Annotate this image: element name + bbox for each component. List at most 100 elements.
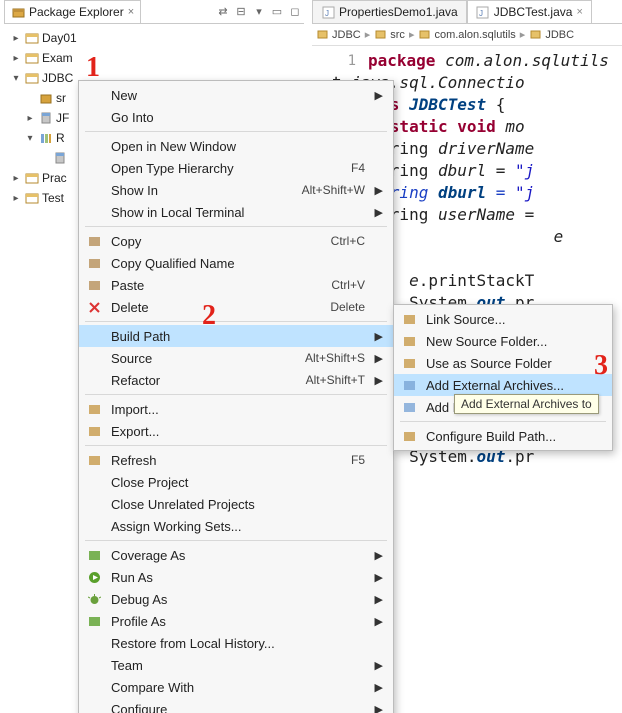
menu-item[interactable]: Copy Qualified Name — [79, 252, 393, 274]
menu-item[interactable]: Build Path▶ — [79, 325, 393, 347]
menu-item[interactable]: Debug As▶ — [79, 588, 393, 610]
tree-twisty-icon[interactable]: ▸ — [10, 33, 22, 44]
menu-item[interactable]: RefreshF5 — [79, 449, 393, 471]
menu-item-label: Go Into — [111, 110, 357, 125]
menu-item[interactable]: Profile As▶ — [79, 610, 393, 632]
breadcrumb[interactable]: JDBC▸src▸com.alon.sqlutils▸JDBC — [312, 24, 622, 46]
close-icon[interactable]: × — [128, 6, 134, 18]
menu-item-label: Close Project — [111, 475, 357, 490]
menu-item-label: Team — [111, 658, 357, 673]
menu-item[interactable]: PasteCtrl+V — [79, 274, 393, 296]
editor-tab-label: PropertiesDemo1.java — [339, 5, 458, 19]
menu-item[interactable]: Open Type HierarchyF4 — [79, 157, 393, 179]
tree-twisty-icon[interactable]: ▸ — [24, 113, 36, 124]
minimize-icon[interactable]: ▭ — [270, 5, 284, 19]
tree-twisty-icon[interactable]: ▾ — [10, 73, 22, 84]
exp-icon — [85, 425, 103, 438]
menu-item-label: Show in Local Terminal — [111, 205, 357, 220]
breadcrumb-item[interactable]: com.alon.sqlutils — [434, 29, 515, 41]
menu-item[interactable]: Show in Local Terminal▶ — [79, 201, 393, 223]
tree-twisty-icon[interactable]: ▾ — [24, 133, 36, 144]
arch-icon — [400, 379, 418, 392]
menu-item[interactable]: SourceAlt+Shift+S▶ — [79, 347, 393, 369]
menu-item[interactable]: Import... — [79, 398, 393, 420]
view-menu-icon[interactable]: ▾ — [252, 5, 266, 19]
menu-item-label: Copy Qualified Name — [111, 256, 357, 271]
menu-item-label: Configure — [111, 702, 357, 713]
breadcrumb-item[interactable]: src — [390, 29, 405, 41]
breadcrumb-item[interactable]: JDBC — [332, 29, 361, 41]
chevron-right-icon: ▶ — [373, 571, 383, 584]
menu-item[interactable]: Run As▶ — [79, 566, 393, 588]
menu-item-label: Coverage As — [111, 548, 357, 563]
menu-item-label: Debug As — [111, 592, 357, 607]
maximize-icon[interactable]: ◻ — [288, 5, 302, 19]
editor-tab[interactable]: JJDBCTest.java× — [467, 0, 592, 23]
chevron-right-icon: ▶ — [373, 703, 383, 713]
menu-item-label: Import... — [111, 402, 357, 417]
menu-item[interactable]: Show InAlt+Shift+W▶ — [79, 179, 393, 201]
editor-tab[interactable]: J PropertiesDemo1.java — [312, 0, 467, 23]
menu-item-label: Profile As — [111, 614, 357, 629]
tree-twisty-icon[interactable]: ▸ — [10, 53, 22, 64]
chevron-right-icon: ▶ — [373, 352, 383, 365]
menu-item[interactable]: Assign Working Sets... — [79, 515, 393, 537]
submenu-item[interactable]: Configure Build Path... — [394, 425, 612, 447]
tree-twisty-icon[interactable]: ▸ — [10, 193, 22, 204]
menu-item[interactable]: DeleteDelete — [79, 296, 393, 318]
breadcrumb-icon — [374, 29, 386, 41]
menu-item[interactable]: RefactorAlt+Shift+T▶ — [79, 369, 393, 391]
menu-item[interactable]: Compare With▶ — [79, 676, 393, 698]
annotation-3: 3 — [594, 350, 608, 382]
run-icon — [85, 571, 103, 584]
menu-item-shortcut: Delete — [330, 300, 365, 314]
menu-item[interactable]: Configure ▶ — [79, 698, 393, 713]
editor-tabbar: J PropertiesDemo1.java JJDBCTest.java× — [312, 0, 622, 24]
tree-item[interactable]: ▸Exam — [10, 48, 304, 68]
menu-item[interactable]: Close Project — [79, 471, 393, 493]
annotation-1: 1 — [86, 52, 100, 84]
link-with-editor-icon[interactable]: ⇄ — [216, 5, 230, 19]
menu-item[interactable]: Export... — [79, 420, 393, 442]
submenu-item[interactable]: Add External Archives... — [394, 374, 612, 396]
lib-icon — [400, 401, 418, 414]
use-icon — [400, 357, 418, 370]
menu-item[interactable]: Restore from Local History... — [79, 632, 393, 654]
menu-item-label: Refactor — [111, 373, 298, 388]
ref-icon — [85, 454, 103, 467]
menu-item[interactable]: Close Unrelated Projects — [79, 493, 393, 515]
breadcrumb-item[interactable]: JDBC — [545, 29, 574, 41]
tree-twisty-icon[interactable]: ▸ — [10, 173, 22, 184]
menu-item[interactable]: Team▶ — [79, 654, 393, 676]
menu-item[interactable]: Go Into — [79, 106, 393, 128]
chevron-right-icon: ▶ — [373, 184, 383, 197]
submenu-item[interactable]: Use as Source Folder — [394, 352, 612, 374]
tree-node-icon — [25, 171, 39, 185]
tree-node-label: JDBC — [42, 71, 73, 85]
menu-item-label: Assign Working Sets... — [111, 519, 357, 534]
submenu-item[interactable]: Link Source... — [394, 308, 612, 330]
menu-item[interactable]: Open in New Window — [79, 135, 393, 157]
chevron-right-icon: ▸ — [407, 28, 417, 41]
tree-node-icon — [53, 151, 67, 165]
menu-item[interactable]: New▶ — [79, 84, 393, 106]
submenu-item[interactable]: New Source Folder... — [394, 330, 612, 352]
chevron-right-icon: ▸ — [363, 28, 373, 41]
menu-item[interactable]: Coverage As▶ — [79, 544, 393, 566]
breadcrumb-icon — [418, 29, 430, 41]
collapse-all-icon[interactable]: ⊟ — [234, 5, 248, 19]
svg-text:J: J — [325, 9, 329, 18]
submenu-item-label: Link Source... — [426, 312, 602, 327]
close-icon[interactable]: × — [576, 6, 582, 18]
tree-item[interactable]: ▸Day01 — [10, 28, 304, 48]
dbg-icon — [85, 593, 103, 606]
tree-node-icon — [25, 31, 39, 45]
package-explorer-tab[interactable]: Package Explorer × — [4, 0, 141, 23]
svg-text:J: J — [479, 9, 483, 18]
menu-separator — [85, 131, 387, 132]
menu-item-label: Restore from Local History... — [111, 636, 357, 651]
code-line[interactable]: 1package com.alon.sqlutils — [332, 50, 622, 72]
menu-separator — [85, 394, 387, 395]
menu-item[interactable]: CopyCtrl+C — [79, 230, 393, 252]
menu-item-shortcut: Ctrl+C — [331, 234, 365, 248]
